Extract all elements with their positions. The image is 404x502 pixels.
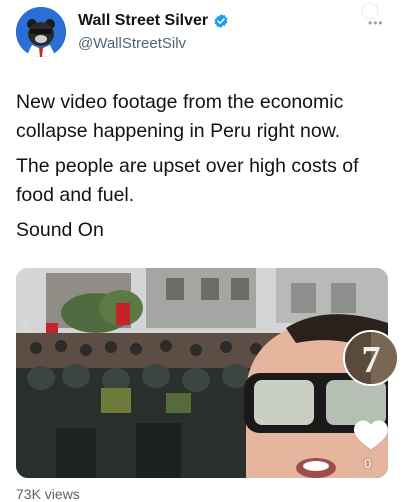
tweet-paragraph: The people are upset over high costs of … [16, 155, 359, 206]
tweet-video[interactable] [16, 268, 388, 478]
more-options-icon[interactable]: ••• [368, 16, 384, 30]
creator-avatar-glyph: 7 [362, 339, 381, 381]
creator-avatar-image: 7 [345, 332, 397, 384]
author-handle[interactable]: @WallStreetSilv [78, 35, 186, 52]
author-name-text: Wall Street Silver [78, 12, 209, 29]
like-count: 0 [364, 456, 372, 471]
tweet-paragraph: New video footage from the economic coll… [16, 91, 344, 142]
avatar[interactable] [16, 7, 66, 57]
tweet-body: New video footage from the economic coll… [16, 88, 391, 251]
tweet-paragraph: Sound On [16, 219, 104, 241]
video-frame [16, 268, 388, 478]
bear-logo-icon [16, 7, 66, 57]
verified-badge-icon [214, 14, 228, 28]
creator-avatar[interactable]: 7 [343, 330, 399, 386]
author-name[interactable]: Wall Street Silver [78, 12, 229, 30]
like-heart-icon[interactable] [352, 417, 390, 451]
